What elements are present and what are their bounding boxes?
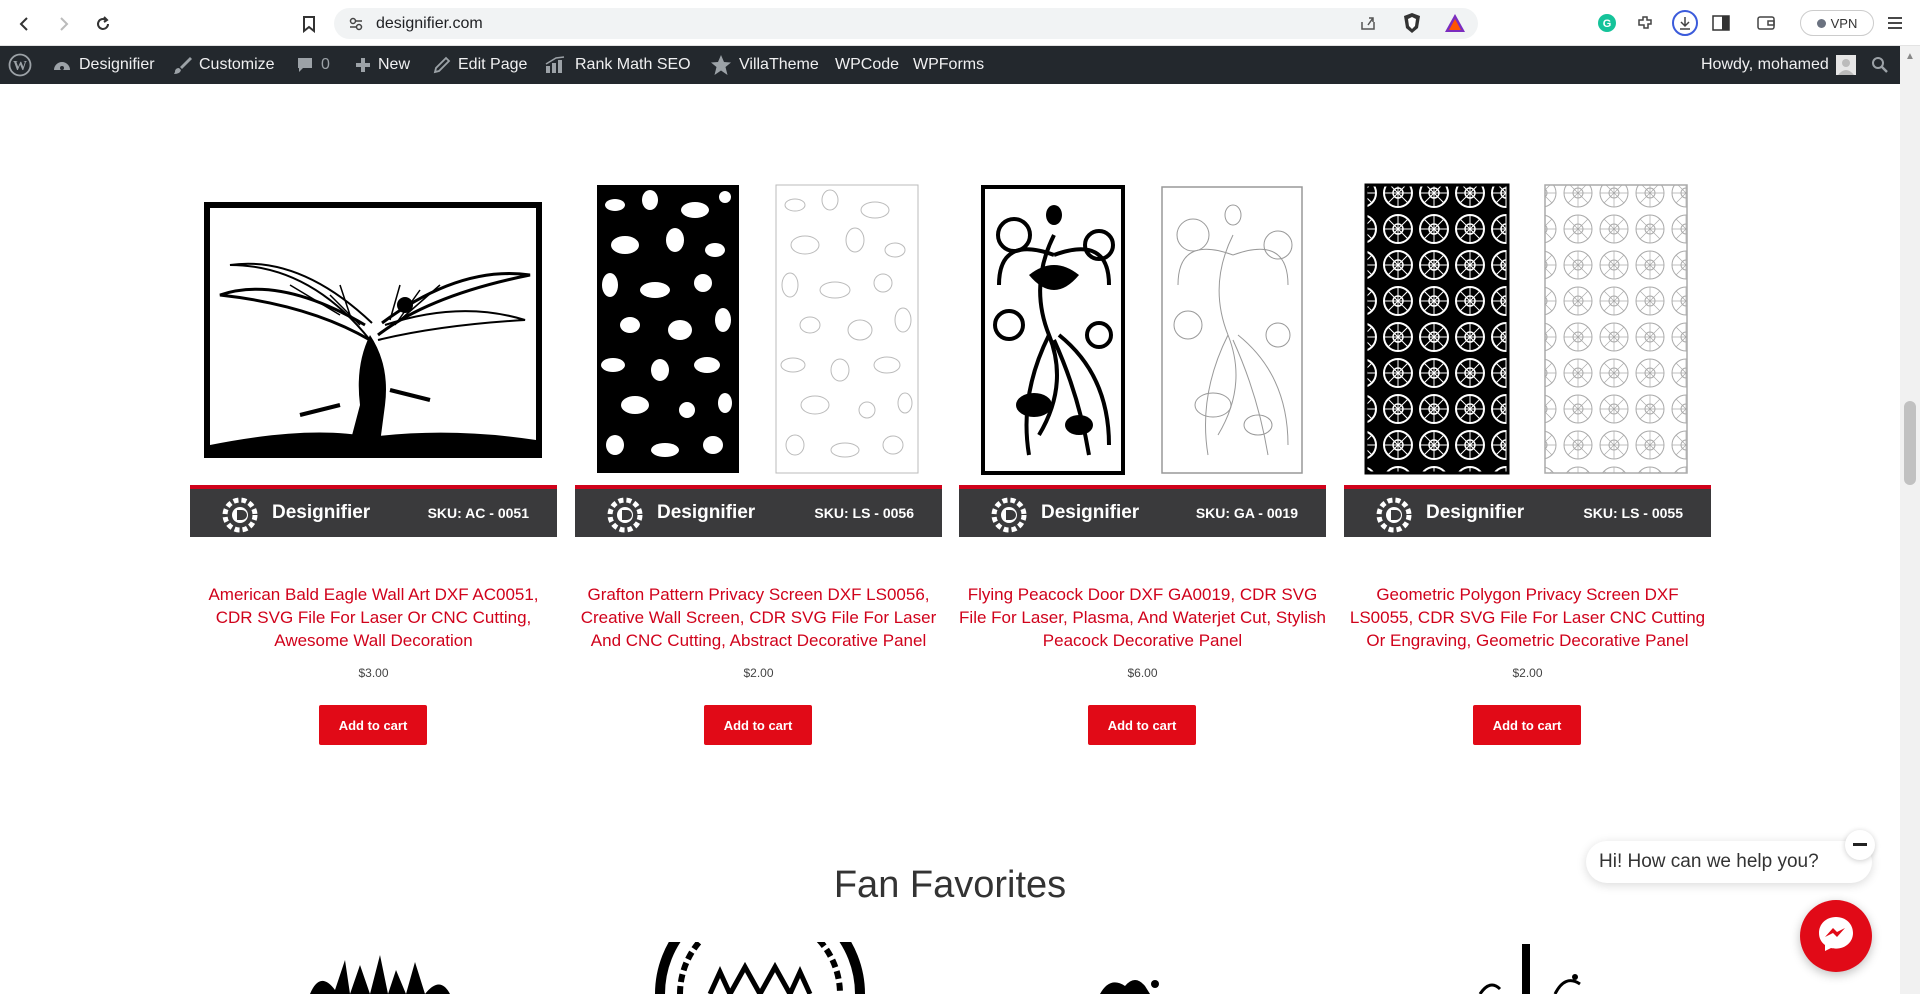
- brand-name: Designifier: [1426, 502, 1525, 523]
- product-sku: SKU: LS - 0055: [1583, 505, 1683, 521]
- product-image-grafton[interactable]: [575, 175, 942, 485]
- fan-favorite-image[interactable]: [1095, 966, 1185, 999]
- admin-new[interactable]: New: [355, 46, 410, 84]
- browser-toolbar: designifier.com G VPN: [0, 0, 1920, 46]
- bookmark-icon[interactable]: [296, 11, 322, 37]
- brand-name: Designifier: [657, 502, 756, 523]
- messenger-icon: [1816, 914, 1856, 959]
- brave-rewards-icon[interactable]: [1444, 13, 1466, 38]
- admin-wpcode[interactable]: WPCode: [835, 46, 899, 84]
- admin-rank-math-label: Rank Math SEO: [575, 56, 691, 73]
- wallet-icon[interactable]: [1755, 12, 1777, 34]
- downloads-icon[interactable]: [1672, 10, 1698, 36]
- messenger-chat-button[interactable]: [1800, 900, 1872, 972]
- chat-minimize-icon[interactable]: [1845, 830, 1875, 860]
- brand-banner: Designifier SKU: GA - 0019: [959, 485, 1326, 537]
- admin-howdy-label: Howdy, mohamed: [1701, 56, 1829, 73]
- product-price: $2.00: [1512, 666, 1543, 680]
- wp-admin-bar: W Designifier Customize 0 New Edit Page: [0, 46, 1900, 84]
- add-to-cart-button[interactable]: Add to cart: [1088, 705, 1196, 745]
- wordpress-logo-icon[interactable]: W: [8, 46, 32, 84]
- admin-site-name[interactable]: Designifier: [52, 46, 155, 84]
- admin-customize[interactable]: Customize: [172, 46, 275, 84]
- admin-wpforms-label: WPForms: [913, 56, 985, 73]
- reload-icon[interactable]: [90, 11, 116, 37]
- admin-edit-page-label: Edit Page: [458, 56, 528, 73]
- admin-account[interactable]: Howdy, mohamed: [1701, 46, 1856, 84]
- admin-site-name-label: Designifier: [79, 56, 155, 73]
- product-title-link[interactable]: Grafton Pattern Privacy Screen DXF LS005…: [575, 583, 942, 652]
- menu-icon[interactable]: [1884, 12, 1906, 34]
- product-sku: SKU: AC - 0051: [427, 505, 529, 521]
- page-scrollbar[interactable]: ▲: [1900, 46, 1920, 994]
- grammarly-icon[interactable]: G: [1596, 12, 1618, 34]
- back-icon[interactable]: [12, 11, 38, 37]
- admin-comments-count: 0: [321, 56, 330, 73]
- star-icon: [710, 54, 732, 76]
- admin-search-icon[interactable]: [1871, 46, 1889, 84]
- sidebar-icon[interactable]: [1710, 12, 1732, 34]
- vpn-status-icon: [1816, 18, 1826, 28]
- admin-customize-label: Customize: [199, 56, 275, 73]
- designifier-gear-logo-icon: [220, 496, 262, 539]
- brand-banner: Designifier SKU: LS - 0056: [575, 485, 942, 537]
- designifier-gear-logo-icon: [605, 496, 647, 539]
- product-sku: SKU: GA - 0019: [1195, 505, 1298, 521]
- fan-favorite-image[interactable]: [650, 889, 870, 999]
- add-to-cart-button[interactable]: Add to cart: [1473, 705, 1581, 745]
- admin-wpforms[interactable]: WPForms: [913, 46, 984, 84]
- product-sku: SKU: LS - 0056: [814, 505, 914, 521]
- admin-villatheme[interactable]: VillaTheme: [710, 46, 819, 84]
- svg-text:G: G: [1603, 18, 1612, 30]
- admin-rank-math[interactable]: Rank Math SEO: [544, 46, 691, 84]
- scroll-up-icon[interactable]: ▲: [1905, 51, 1915, 62]
- admin-comments[interactable]: 0: [296, 46, 330, 84]
- brand-name: Designifier: [272, 502, 371, 523]
- extensions-icon[interactable]: [1634, 12, 1656, 34]
- rank-math-icon: [544, 56, 568, 74]
- product-price: $2.00: [743, 666, 774, 680]
- product-image-eagle[interactable]: [190, 175, 557, 485]
- address-bar[interactable]: designifier.com: [334, 8, 1478, 39]
- brush-icon: [172, 55, 192, 75]
- vpn-label: VPN: [1830, 15, 1858, 31]
- dashboard-icon: [52, 56, 72, 74]
- admin-edit-page[interactable]: Edit Page: [433, 46, 527, 84]
- product-price: $6.00: [1127, 666, 1158, 680]
- comment-icon: [296, 56, 314, 74]
- product-title-link[interactable]: Geometric Polygon Privacy Screen DXF LS0…: [1344, 583, 1711, 652]
- site-info-icon[interactable]: [348, 16, 364, 37]
- product-image-geometric[interactable]: [1344, 175, 1711, 485]
- avatar: [1835, 55, 1856, 75]
- forward-icon[interactable]: [50, 11, 76, 37]
- svg-text:W: W: [13, 59, 27, 74]
- brand-banner: Designifier SKU: AC - 0051: [190, 485, 557, 537]
- brave-shield-icon[interactable]: [1402, 12, 1422, 39]
- chat-greeting-text: Hi! How can we help you?: [1599, 851, 1819, 872]
- vpn-button[interactable]: VPN: [1800, 10, 1874, 36]
- designifier-gear-logo-icon: [989, 496, 1031, 539]
- brand-banner: Designifier SKU: LS - 0055: [1344, 485, 1711, 537]
- add-to-cart-button[interactable]: Add to cart: [319, 705, 427, 745]
- admin-wpcode-label: WPCode: [835, 56, 900, 73]
- plus-icon: [355, 57, 371, 73]
- product-title-link[interactable]: American Bald Eagle Wall Art DXF AC0051,…: [190, 583, 557, 652]
- add-to-cart-button[interactable]: Add to cart: [704, 705, 812, 745]
- brand-name: Designifier: [1041, 502, 1140, 523]
- scrollbar-thumb[interactable]: [1904, 401, 1916, 485]
- chat-greeting-bubble[interactable]: Hi! How can we help you?: [1586, 841, 1872, 883]
- fan-favorite-image[interactable]: [1460, 944, 1600, 999]
- url-text: designifier.com: [376, 15, 483, 32]
- product-title-link[interactable]: Flying Peacock Door DXF GA0019, CDR SVG …: [959, 583, 1326, 652]
- product-price: $3.00: [358, 666, 389, 680]
- pencil-icon: [433, 56, 451, 74]
- share-icon[interactable]: [1359, 14, 1377, 37]
- designifier-gear-logo-icon: [1374, 496, 1416, 539]
- admin-villatheme-label: VillaTheme: [739, 56, 819, 73]
- fan-favorite-image[interactable]: [300, 940, 460, 999]
- admin-new-label: New: [378, 56, 411, 73]
- product-image-peacock[interactable]: [959, 175, 1326, 485]
